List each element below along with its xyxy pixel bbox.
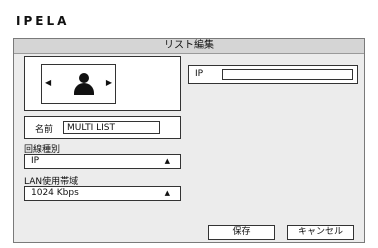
ip-label: IP (195, 69, 204, 79)
line-type-select[interactable]: IP ▲ (24, 154, 181, 169)
list-edit-dialog: リスト編集 ◀ ▶ 名前 MULTI LIST 回線種別 IP ▲ LAN使用帯… (13, 38, 365, 243)
caret-up-icon: ▲ (164, 189, 170, 197)
left-panel: ◀ ▶ 名前 MULTI LIST 回線種別 IP ▲ LAN使用帯域 1024… (24, 56, 181, 246)
ip-row: IP (188, 65, 358, 84)
name-row: 名前 MULTI LIST (24, 116, 181, 139)
cancel-button[interactable]: キャンセル (287, 225, 354, 240)
bandwidth-value: 1024 Kbps (31, 188, 79, 198)
bandwidth-select[interactable]: 1024 Kbps ▲ (24, 186, 181, 201)
name-label: 名前 (35, 125, 54, 135)
icon-frame: ◀ ▶ (41, 64, 116, 104)
brand-logo: IPELA (16, 14, 70, 28)
name-input[interactable]: MULTI LIST (63, 121, 160, 134)
chevron-left-icon[interactable]: ◀ (45, 78, 51, 87)
chevron-right-icon[interactable]: ▶ (106, 78, 112, 87)
save-button[interactable]: 保存 (208, 225, 275, 240)
person-icon (73, 73, 95, 95)
line-type-value: IP (31, 156, 40, 166)
dialog-title: リスト編集 (14, 39, 364, 54)
icon-selector[interactable]: ◀ ▶ (24, 56, 181, 111)
caret-up-icon: ▲ (164, 157, 170, 165)
ip-input[interactable] (222, 69, 353, 80)
